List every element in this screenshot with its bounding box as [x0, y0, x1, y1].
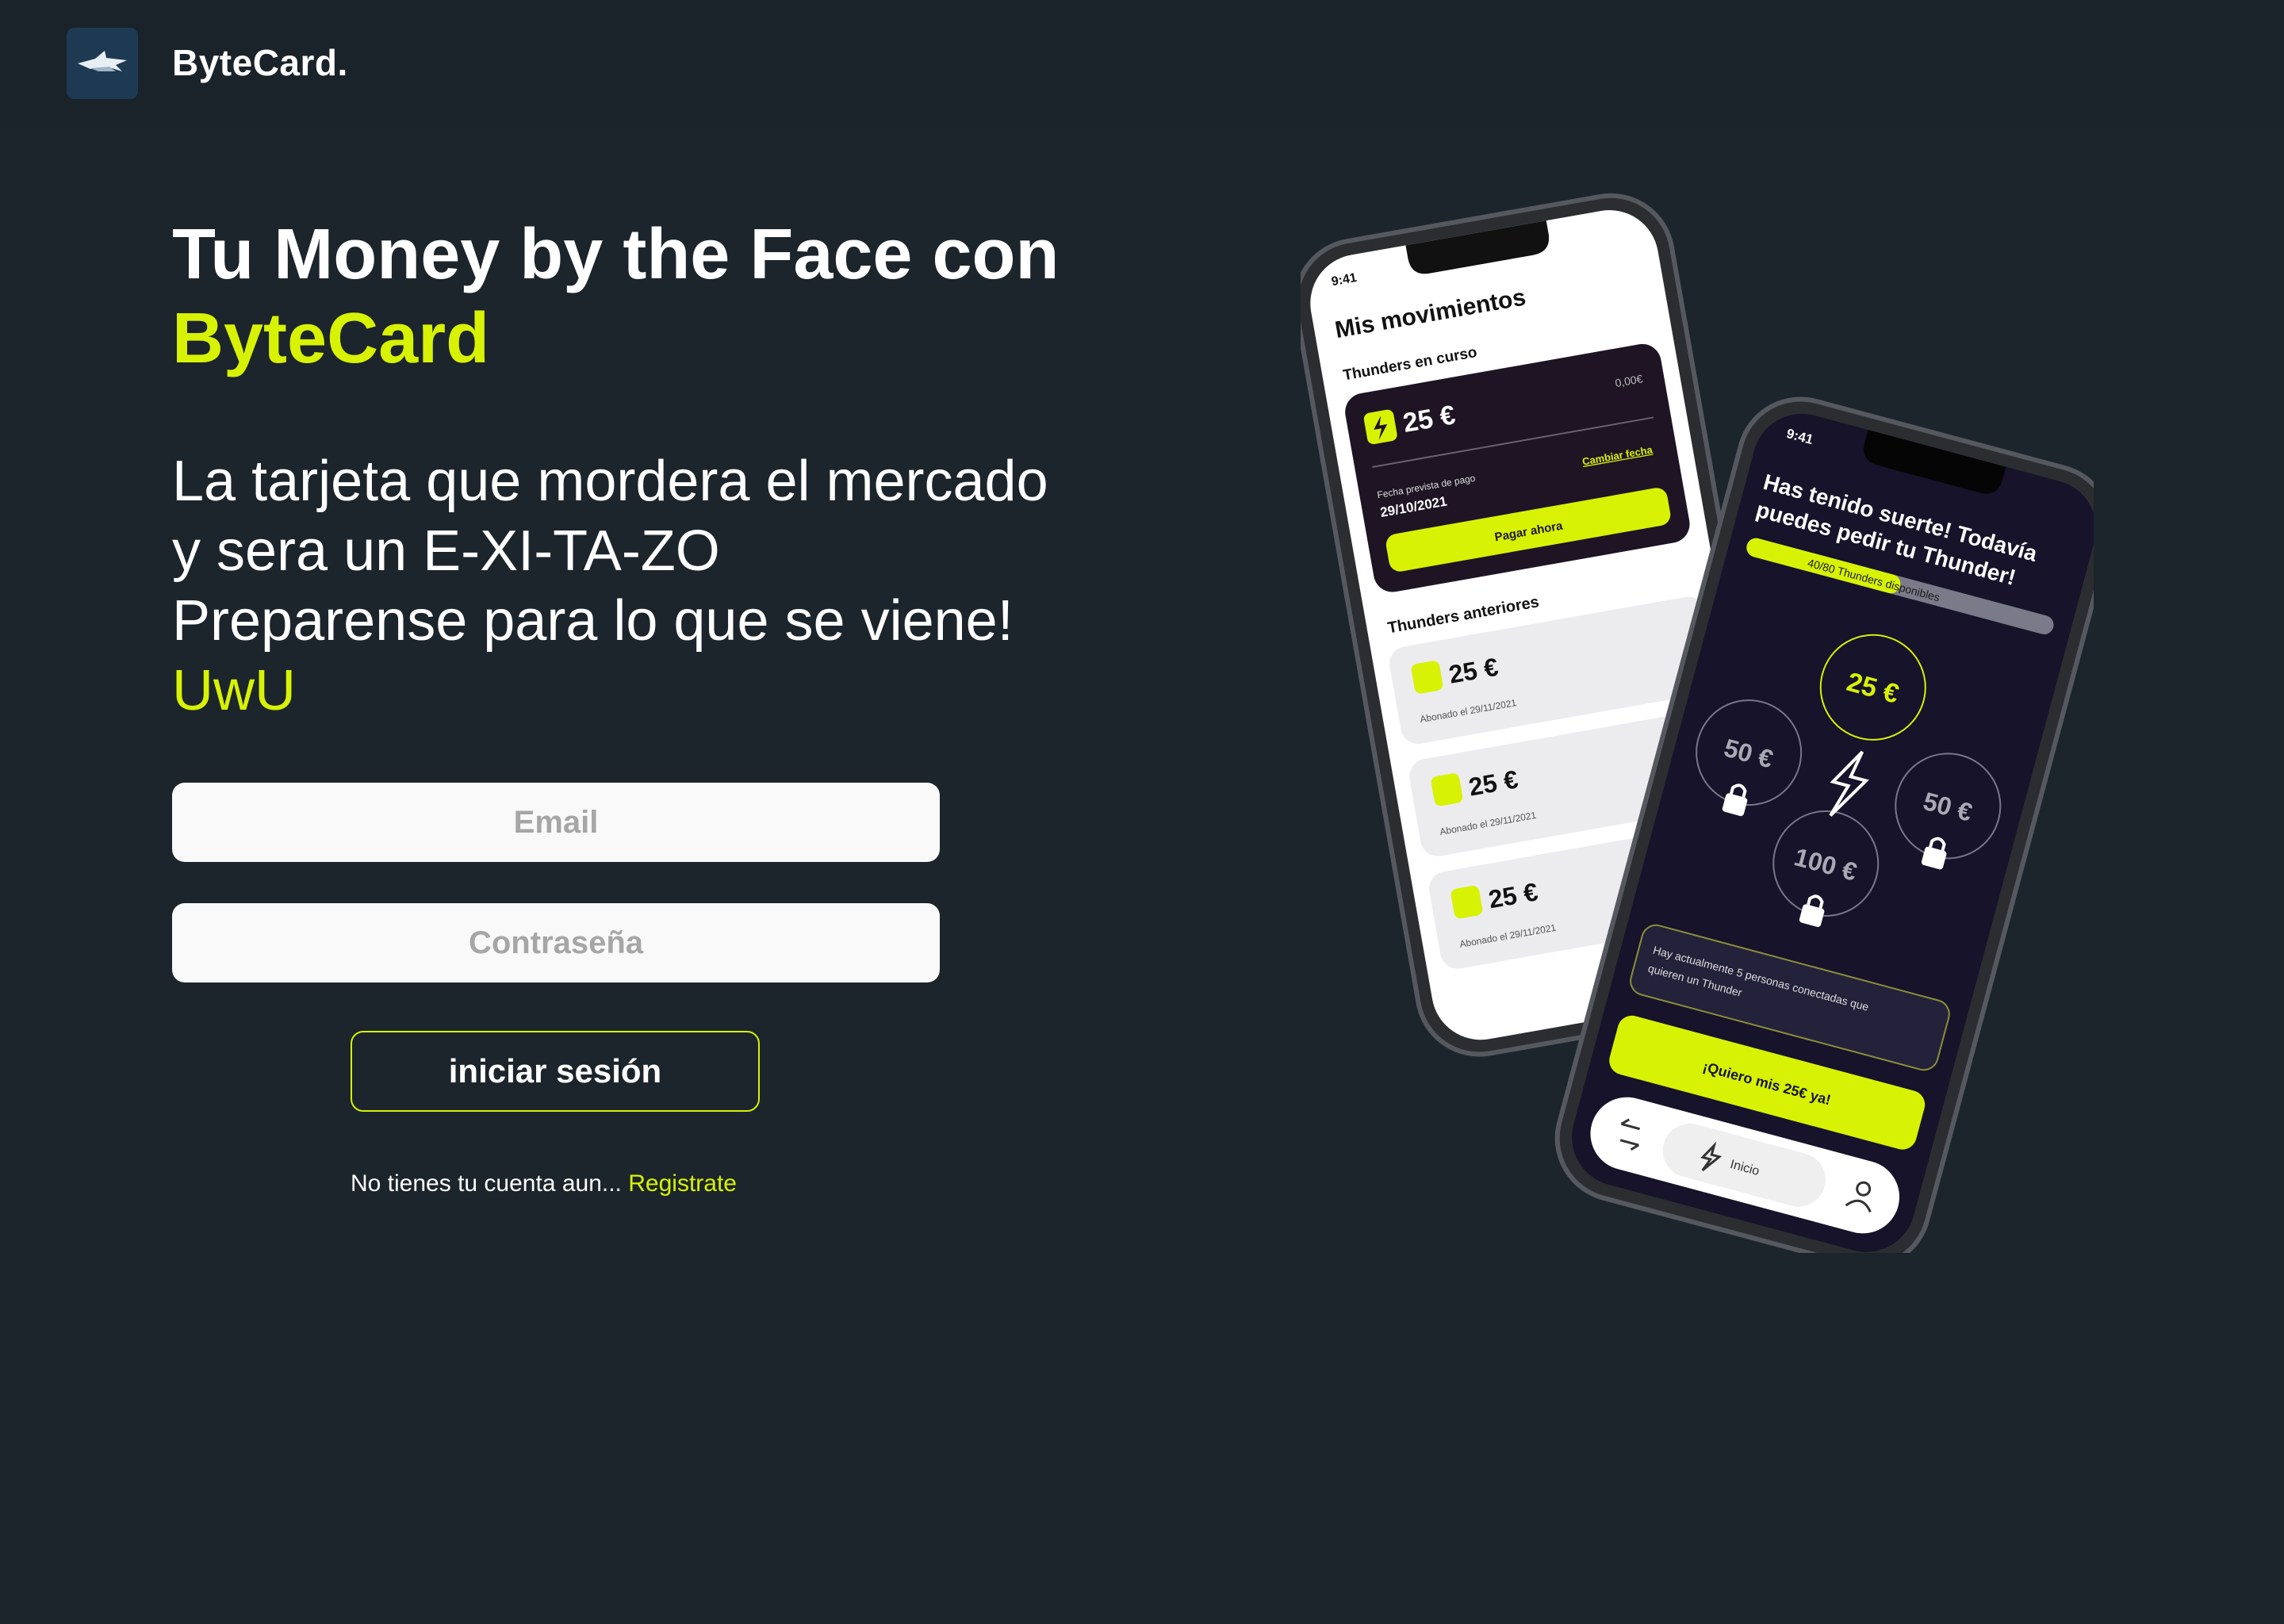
hero-title: Tu Money by the Face con ByteCard: [172, 213, 1203, 381]
signup-prompt: No tienes tu cuenta aun... Registrate: [351, 1170, 737, 1197]
tagline-line: Preparense para lo que se viene!: [172, 589, 1014, 653]
password-input[interactable]: [172, 903, 940, 982]
hero-title-main: Tu Money by the Face con: [172, 215, 1060, 294]
signup-link[interactable]: Registrate: [628, 1170, 737, 1197]
hero-title-accent: ByteCard: [172, 299, 490, 378]
hero-tagline: La tarjeta que mordera el mercado y sera…: [172, 446, 1243, 726]
brand-name[interactable]: ByteCard.: [172, 41, 348, 84]
email-input[interactable]: [172, 783, 940, 862]
login-button[interactable]: iniciar sesión: [351, 1031, 760, 1112]
tagline-accent: UwU: [172, 659, 296, 722]
shark-logo-icon[interactable]: [67, 28, 138, 99]
signup-prefix: No tienes tu cuenta aun...: [351, 1170, 622, 1197]
tagline-line: y sera un E-XI-TA-ZO: [172, 519, 720, 583]
top-header: ByteCard.: [0, 0, 2284, 125]
app-phones-illustration: 9:41 Mis movimientos Thunders en curso 2…: [1301, 193, 2094, 1253]
tagline-line: La tarjeta que mordera el mercado: [172, 450, 1048, 513]
